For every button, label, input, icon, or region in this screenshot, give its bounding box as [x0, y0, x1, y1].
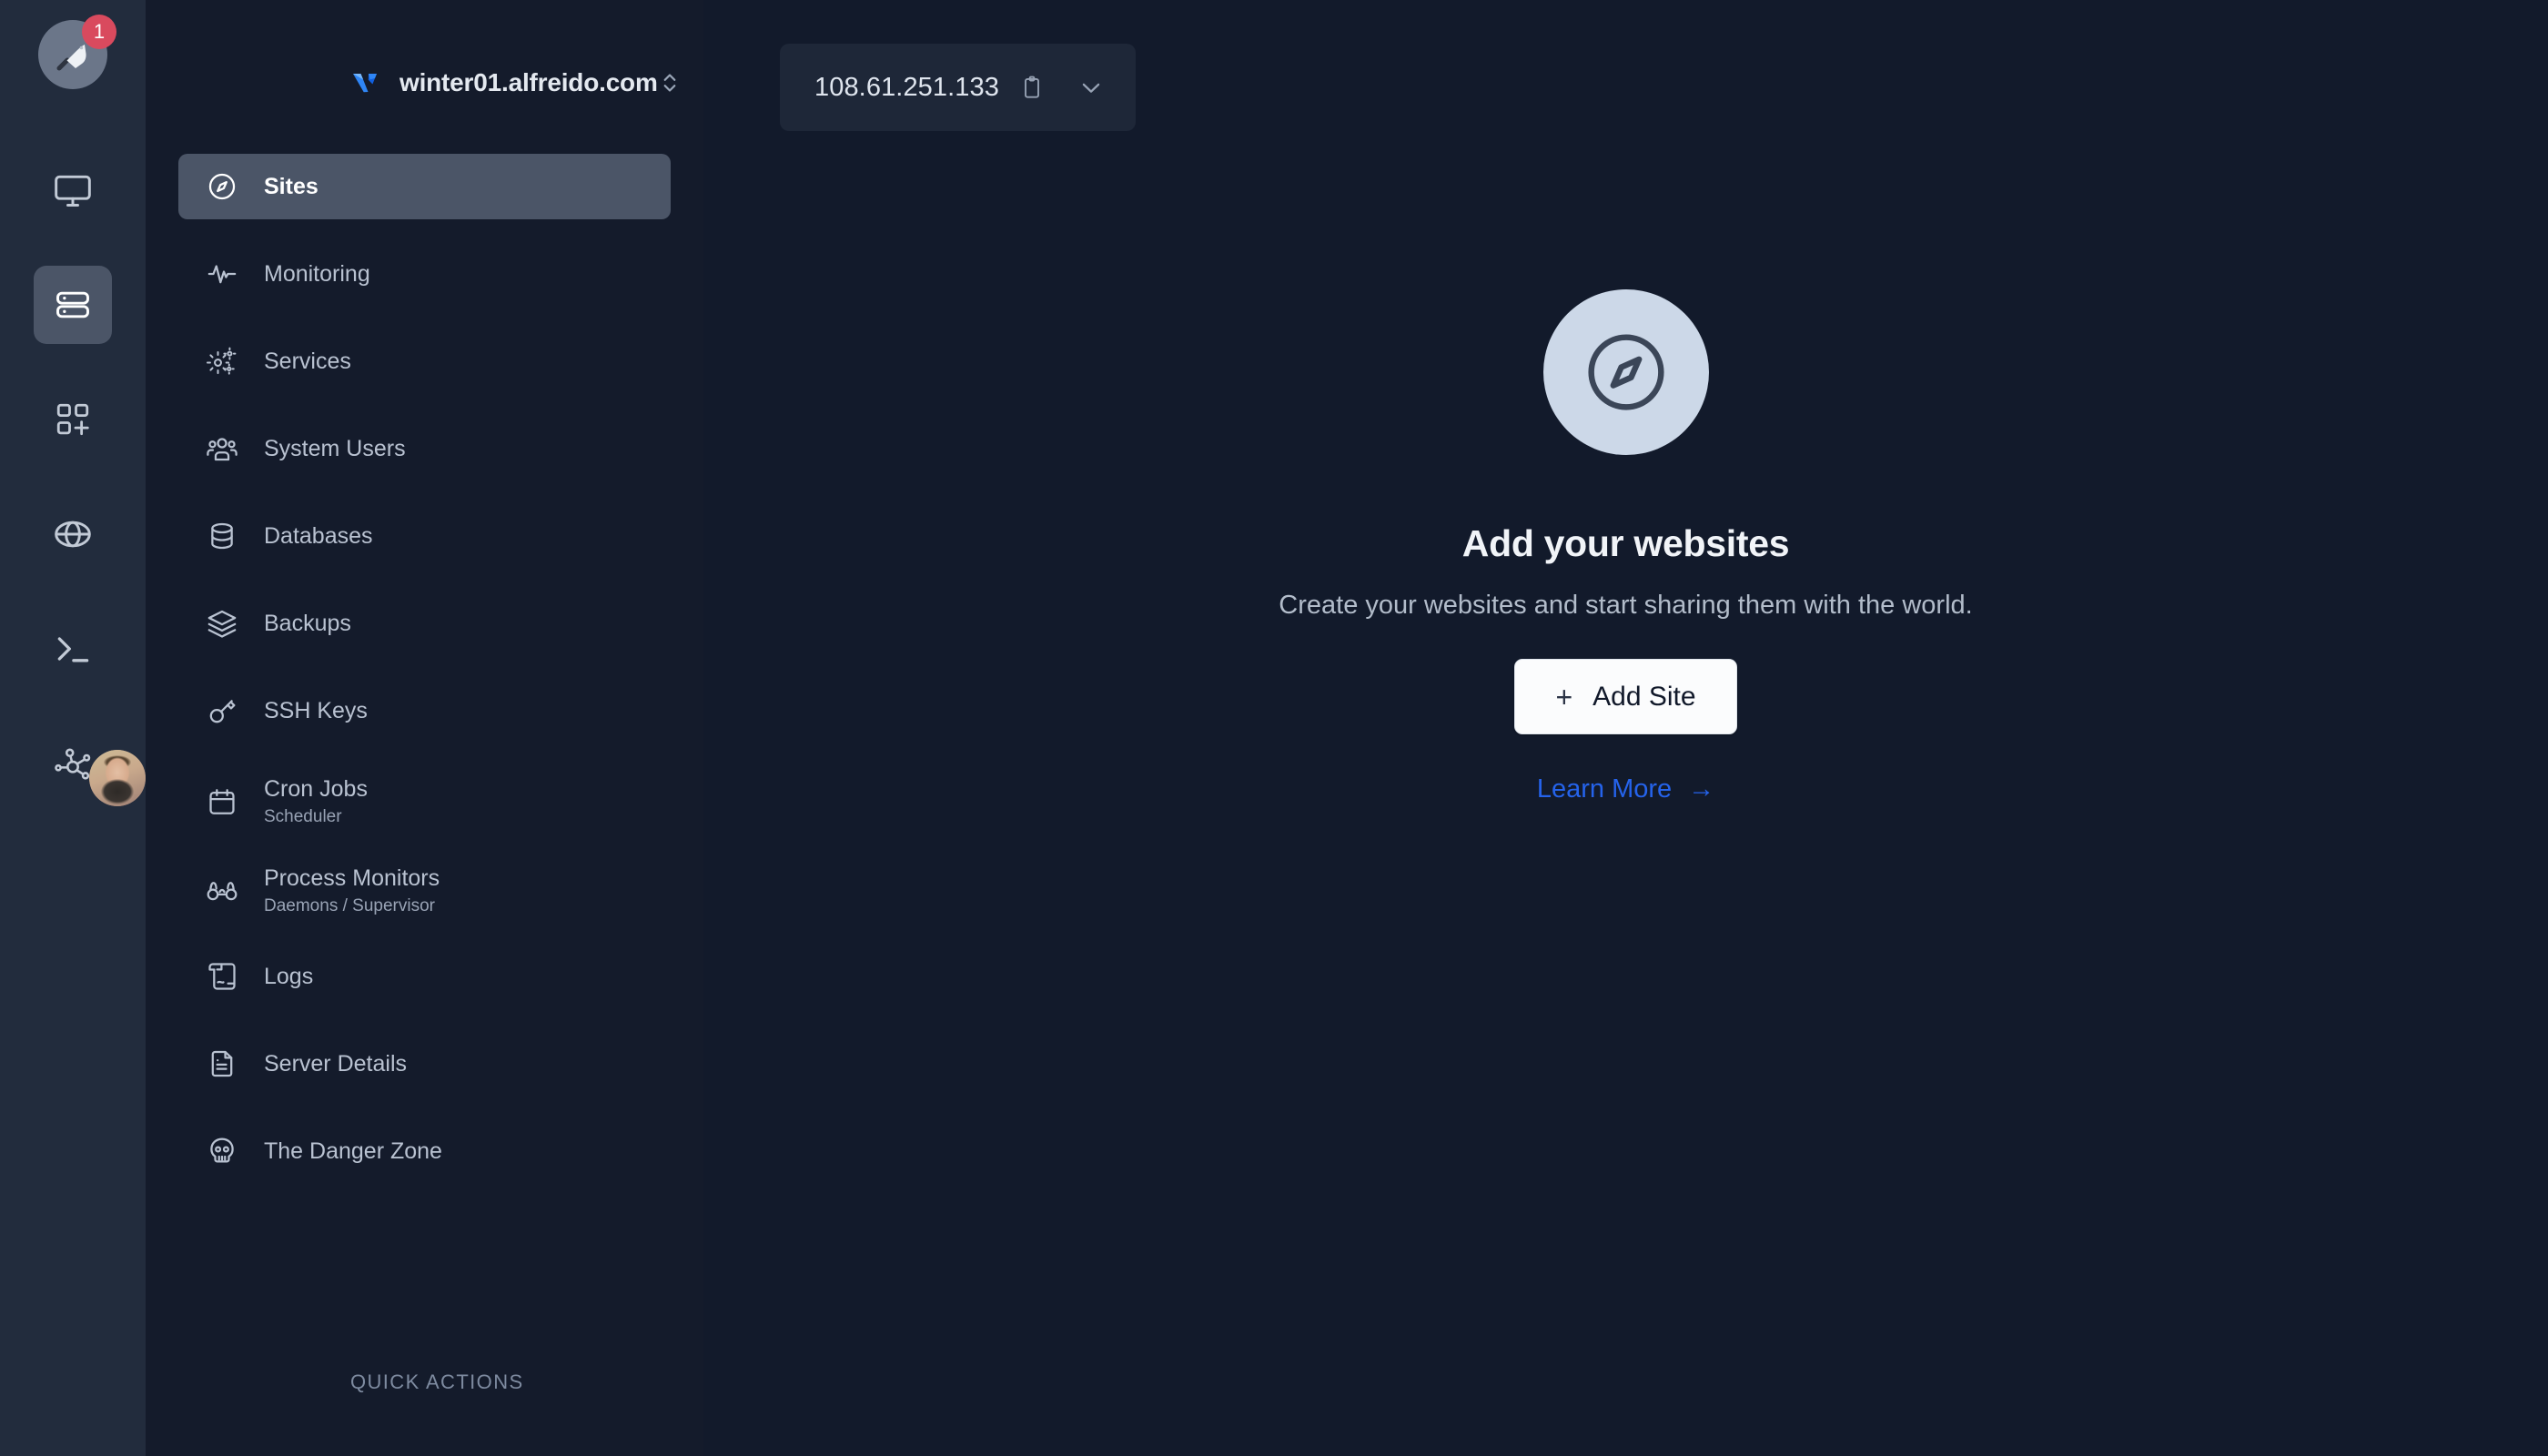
server-ip-selector[interactable]: 108.61.251.133 — [780, 44, 1136, 131]
server-switcher[interactable]: winter01.alfreido.com — [350, 59, 663, 106]
sidebar-item-logs[interactable]: Logs — [178, 944, 671, 1009]
rail-item-apps[interactable] — [34, 380, 112, 459]
binoculars-icon — [202, 875, 242, 907]
sidebar-item-text: Backups — [264, 611, 351, 637]
sidebar-item-monitoring[interactable]: Monitoring — [178, 241, 671, 307]
rail-item-servers[interactable] — [34, 266, 112, 344]
sidebar-item-danger-zone[interactable]: The Danger Zone — [178, 1118, 671, 1184]
sidebar-item-text: Sites — [264, 174, 318, 200]
icon-rail: 1 — [0, 0, 146, 1456]
app-root: 1 — [0, 0, 2548, 1456]
compass-icon — [202, 171, 242, 202]
sidebar-item-label: Logs — [264, 964, 313, 990]
sidebar-item-text: Logs — [264, 964, 313, 990]
rail-item-domains[interactable] — [34, 495, 112, 573]
sidebar-item-sites[interactable]: Sites — [178, 154, 671, 219]
gears-icon — [202, 345, 242, 378]
sidebar-item-text: Monitoring — [264, 261, 370, 288]
sidebar: winter01.alfreido.com Sites — [146, 0, 703, 1456]
vultr-logo-icon — [350, 67, 381, 98]
main-content: 108.61.251.133 — [703, 0, 2548, 1456]
avatar-image — [89, 750, 146, 806]
sidebar-item-databases[interactable]: Databases — [178, 503, 671, 569]
learn-more-label: Learn More — [1537, 774, 1672, 804]
quick-actions-heading: QUICK ACTIONS — [350, 1370, 524, 1394]
sidebar-item-label: Databases — [264, 523, 373, 550]
sidebar-item-label: Cron Jobs — [264, 776, 368, 803]
sidebar-item-server-details[interactable]: Server Details — [178, 1031, 671, 1097]
user-avatar[interactable] — [89, 750, 146, 806]
sidebar-item-label: SSH Keys — [264, 698, 368, 724]
activity-icon — [202, 258, 242, 289]
sidebar-item-label: Services — [264, 349, 351, 375]
sidebar-item-label: Process Monitors — [264, 865, 440, 892]
sidebar-item-label: Server Details — [264, 1051, 407, 1077]
topbar: 108.61.251.133 — [703, 0, 2548, 131]
sidebar-item-text: System Users — [264, 436, 406, 462]
sidebar-item-system-users[interactable]: System Users — [178, 416, 671, 481]
add-site-button-label: Add Site — [1592, 682, 1695, 713]
chevron-down-icon[interactable] — [1077, 74, 1105, 101]
sidebar-item-text: The Danger Zone — [264, 1138, 442, 1165]
sidebar-nav: Sites Monitoring — [146, 154, 703, 1206]
rail-item-list — [34, 151, 112, 803]
sidebar-item-label: System Users — [264, 436, 406, 462]
sidebar-item-label: The Danger Zone — [264, 1138, 442, 1165]
learn-more-link[interactable]: Learn More → — [1537, 774, 1714, 804]
sidebar-item-services[interactable]: Services — [178, 329, 671, 394]
sidebar-item-text: Process Monitors Daemons / Supervisor — [264, 865, 440, 916]
clipboard-icon[interactable] — [1019, 75, 1045, 100]
sidebar-item-cron-jobs[interactable]: Cron Jobs Scheduler — [178, 765, 671, 838]
rail-item-console[interactable] — [34, 610, 112, 688]
skull-icon — [202, 1136, 242, 1167]
empty-state-subtitle: Create your websites and start sharing t… — [1279, 591, 1972, 621]
sidebar-item-label: Backups — [264, 611, 351, 637]
sidebar-item-label: Monitoring — [264, 261, 370, 288]
sidebar-item-text: Databases — [264, 523, 373, 550]
sidebar-item-ssh-keys[interactable]: SSH Keys — [178, 678, 671, 743]
plus-icon: + — [1555, 682, 1572, 712]
sidebar-item-text: SSH Keys — [264, 698, 368, 724]
empty-state-title: Add your websites — [1462, 522, 1789, 565]
database-icon — [202, 521, 242, 551]
server-ip-label: 108.61.251.133 — [814, 73, 999, 103]
sidebar-item-sublabel: Daemons / Supervisor — [264, 896, 440, 916]
rail-item-dashboard[interactable] — [34, 151, 112, 229]
key-icon — [202, 695, 242, 726]
sidebar-item-process-monitors[interactable]: Process Monitors Daemons / Supervisor — [178, 854, 671, 927]
server-name-label: winter01.alfreido.com — [399, 68, 658, 97]
compass-icon — [1543, 289, 1709, 455]
sidebar-item-text: Services — [264, 349, 351, 375]
layers-icon — [202, 608, 242, 639]
users-icon — [202, 432, 242, 465]
sidebar-item-label: Sites — [264, 174, 318, 200]
document-icon — [202, 1048, 242, 1079]
calendar-icon — [202, 786, 242, 817]
sidebar-item-text: Cron Jobs Scheduler — [264, 776, 368, 827]
sidebar-item-text: Server Details — [264, 1051, 407, 1077]
empty-state: Add your websites Create your websites a… — [703, 289, 2548, 804]
app-logo-wrapper[interactable]: 1 — [38, 20, 107, 89]
chevron-up-down-icon[interactable] — [658, 67, 682, 98]
arrow-right-icon: → — [1688, 774, 1714, 804]
sidebar-item-backups[interactable]: Backups — [178, 591, 671, 656]
sidebar-item-sublabel: Scheduler — [264, 807, 368, 827]
notification-badge[interactable]: 1 — [82, 15, 116, 49]
scroll-icon — [202, 960, 242, 993]
add-site-button[interactable]: + Add Site — [1514, 659, 1736, 734]
